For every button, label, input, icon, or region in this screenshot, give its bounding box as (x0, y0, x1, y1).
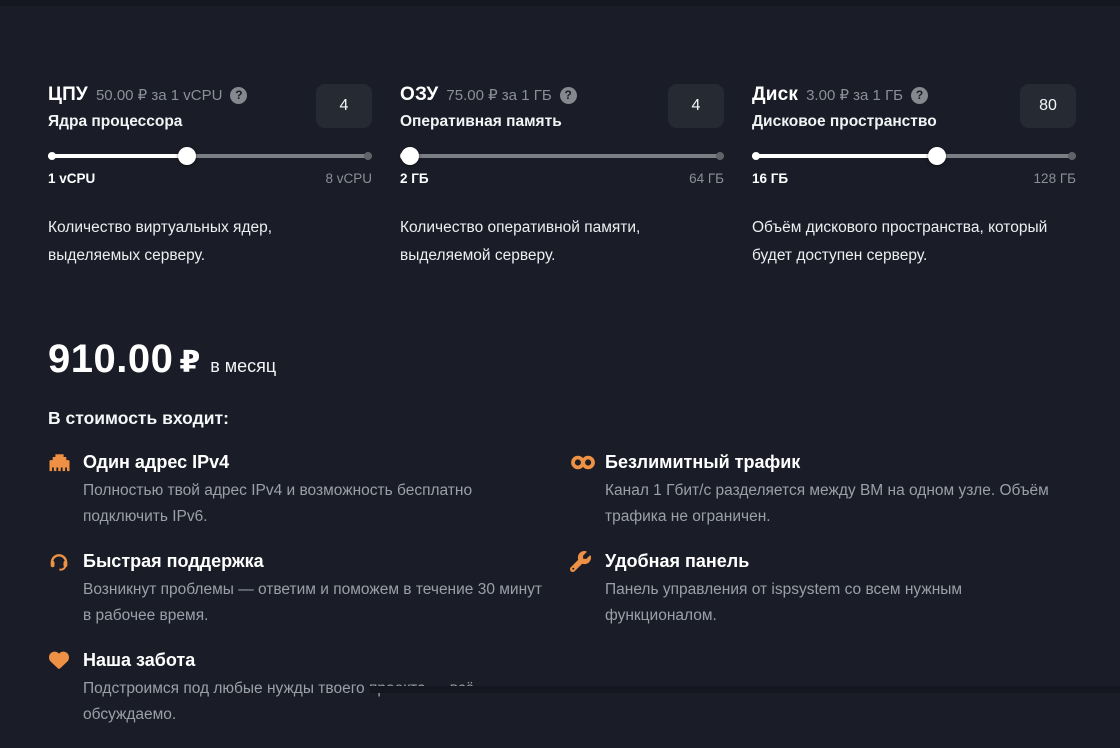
disk-config-column: Диск 3.00 ₽ за 1 ГБ ? Дисковое пространс… (752, 84, 1076, 269)
disk-description: Объём дискового пространства, который бу… (752, 214, 1076, 269)
feature-description: Возникнут проблемы — ответим и поможем в… (48, 577, 548, 629)
feature-title: Удобная панель (605, 551, 749, 572)
includes-heading: В стоимость входит: (48, 408, 1072, 429)
cpu-slider-handle[interactable] (178, 147, 196, 165)
heart-icon (48, 649, 74, 671)
feature-panel: Удобная панель Панель управления от isps… (570, 550, 1072, 629)
cpu-slider[interactable] (48, 147, 372, 165)
monthly-price-amount: 910.00 (48, 337, 173, 382)
feature-title: Безлимитный трафик (605, 452, 800, 473)
ram-slider-handle[interactable] (401, 147, 419, 165)
wrench-icon (570, 550, 596, 572)
ram-slider-fill (400, 154, 410, 158)
resource-configurator: ЦПУ 50.00 ₽ за 1 vCPU ? Ядра процессора … (0, 0, 1120, 269)
price-period-label: в месяц (210, 356, 276, 377)
disk-slider-fill (752, 154, 937, 158)
ram-subtitle: Оперативная память (400, 113, 577, 131)
cpu-slider-max-dot (364, 152, 372, 160)
disk-slider-handle[interactable] (928, 147, 946, 165)
ram-slider-max-dot (716, 152, 724, 160)
feature-support: Быстрая поддержка Возникнут проблемы — о… (48, 550, 570, 629)
headset-icon (48, 550, 74, 572)
disk-value-input[interactable] (1020, 84, 1076, 128)
top-edge-strip (0, 0, 1120, 6)
bottom-edge-strip (370, 686, 1120, 693)
disk-max-label: 128 ГБ (1034, 171, 1076, 186)
ethernet-icon (48, 451, 74, 473)
features-right-column: Безлимитный трафик Канал 1 Гбит/с раздел… (570, 451, 1072, 649)
cpu-unit-price: 50.00 ₽ за 1 vCPU (96, 86, 222, 104)
price-section: 910.00 ₽ в месяц В стоимость входит: (0, 269, 1120, 429)
cpu-title: ЦПУ (48, 84, 88, 106)
infinity-icon (570, 451, 596, 473)
feature-title: Наша забота (83, 650, 195, 671)
cpu-max-label: 8 vCPU (325, 171, 372, 186)
ram-config-column: ОЗУ 75.00 ₽ за 1 ГБ ? Оперативная память… (400, 84, 724, 269)
ruble-sign: ₽ (179, 345, 200, 380)
cpu-slider-fill (48, 154, 187, 158)
disk-title: Диск (752, 84, 798, 106)
ram-min-label: 2 ГБ (400, 171, 429, 186)
ram-slider-track[interactable] (400, 154, 724, 158)
ram-unit-price: 75.00 ₽ за 1 ГБ (446, 86, 551, 104)
disk-slider-max-dot (1068, 152, 1076, 160)
feature-traffic: Безлимитный трафик Канал 1 Гбит/с раздел… (570, 451, 1072, 530)
features-left-column: Один адрес IPv4 Полностью твой адрес IPv… (48, 451, 570, 748)
disk-unit-price: 3.00 ₽ за 1 ГБ (806, 86, 903, 104)
feature-description: Панель управления от ispsystem со всем н… (570, 577, 1070, 629)
disk-subtitle: Дисковое пространство (752, 113, 937, 131)
ram-value-input[interactable] (668, 84, 724, 128)
ram-title: ОЗУ (400, 84, 438, 106)
feature-title: Быстрая поддержка (83, 551, 264, 572)
cpu-min-label: 1 vCPU (48, 171, 95, 186)
feature-description: Канал 1 Гбит/с разделяется между ВМ на о… (570, 478, 1070, 530)
cpu-subtitle: Ядра процессора (48, 113, 247, 131)
ram-slider[interactable] (400, 147, 724, 165)
feature-description: Полностью твой адрес IPv4 и возможность … (48, 478, 548, 530)
included-features: Один адрес IPv4 Полностью твой адрес IPv… (0, 429, 1120, 748)
disk-help-icon[interactable]: ? (911, 87, 928, 104)
ram-help-icon[interactable]: ? (560, 87, 577, 104)
feature-description: Подстроимся под любые нужды твоего проек… (48, 676, 548, 728)
cpu-value-input[interactable] (316, 84, 372, 128)
disk-slider[interactable] (752, 147, 1076, 165)
cpu-config-column: ЦПУ 50.00 ₽ за 1 vCPU ? Ядра процессора … (48, 84, 372, 269)
cpu-description: Количество виртуальных ядер, выделяемых … (48, 214, 372, 269)
feature-title: Один адрес IPv4 (83, 452, 229, 473)
ram-max-label: 64 ГБ (689, 171, 724, 186)
disk-min-label: 16 ГБ (752, 171, 788, 186)
ram-description: Количество оперативной памяти, выделяемо… (400, 214, 724, 269)
feature-ipv4: Один адрес IPv4 Полностью твой адрес IPv… (48, 451, 570, 530)
cpu-help-icon[interactable]: ? (230, 87, 247, 104)
